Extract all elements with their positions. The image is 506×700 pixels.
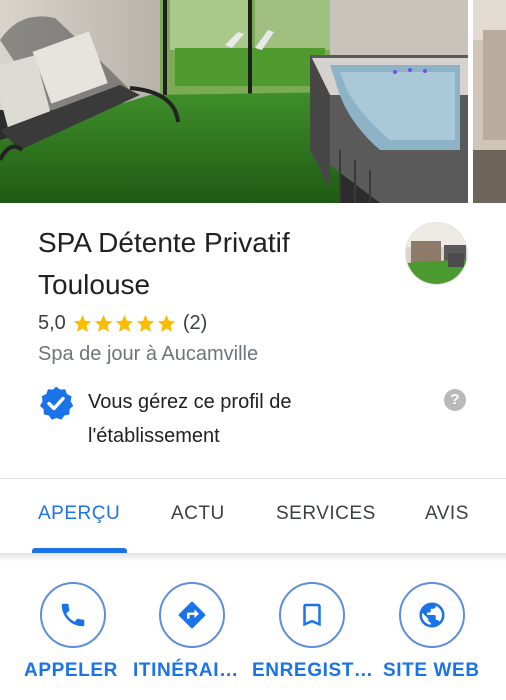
- tab-avis[interactable]: AVIS: [425, 503, 469, 525]
- website-label[interactable]: SITE WEB: [383, 660, 480, 682]
- bookmark-icon: [303, 603, 321, 627]
- rating-value: 5,0: [38, 311, 66, 334]
- review-count-link[interactable]: (2): [183, 312, 207, 335]
- spa-photo-thumbnail[interactable]: [473, 0, 506, 203]
- spa-interior-photo[interactable]: [0, 0, 468, 203]
- save-label[interactable]: ENREGIST…: [252, 660, 374, 682]
- photo-carousel[interactable]: [0, 0, 506, 203]
- business-title: SPA Détente Privatif Toulouse: [38, 227, 290, 300]
- star-icon: [136, 314, 155, 332]
- directions-icon: [178, 601, 206, 629]
- directions-label[interactable]: ITINÉRAI…: [133, 660, 239, 682]
- business-category: Spa de jour à Aucamville: [38, 343, 259, 365]
- help-icon[interactable]: ?: [444, 389, 466, 411]
- star-icon: [73, 314, 92, 332]
- website-button[interactable]: [399, 582, 465, 648]
- star-rating: [72, 313, 177, 334]
- globe-icon: [419, 602, 445, 628]
- tab-bar-shadow: [0, 553, 506, 561]
- phone-icon: [61, 603, 85, 627]
- call-button[interactable]: [40, 582, 106, 648]
- tab-actu[interactable]: ACTU: [171, 503, 225, 525]
- star-icon: [157, 314, 176, 332]
- rating-row: 5,0 (2): [38, 308, 207, 338]
- business-photo-avatar[interactable]: [405, 222, 468, 285]
- star-icon: [115, 314, 134, 332]
- tab-apercu[interactable]: APERÇU: [38, 503, 120, 525]
- owner-notice: Vous gérez ce profil de l'établissement: [88, 391, 292, 447]
- tab-bar: APERÇU ACTU SERVICES AVIS: [0, 479, 506, 554]
- verified-badge-icon: [40, 386, 74, 420]
- tab-services[interactable]: SERVICES: [276, 503, 376, 525]
- directions-button[interactable]: [159, 582, 225, 648]
- call-label[interactable]: APPELER: [24, 660, 118, 682]
- save-button[interactable]: [279, 582, 345, 648]
- star-icon: [94, 314, 113, 332]
